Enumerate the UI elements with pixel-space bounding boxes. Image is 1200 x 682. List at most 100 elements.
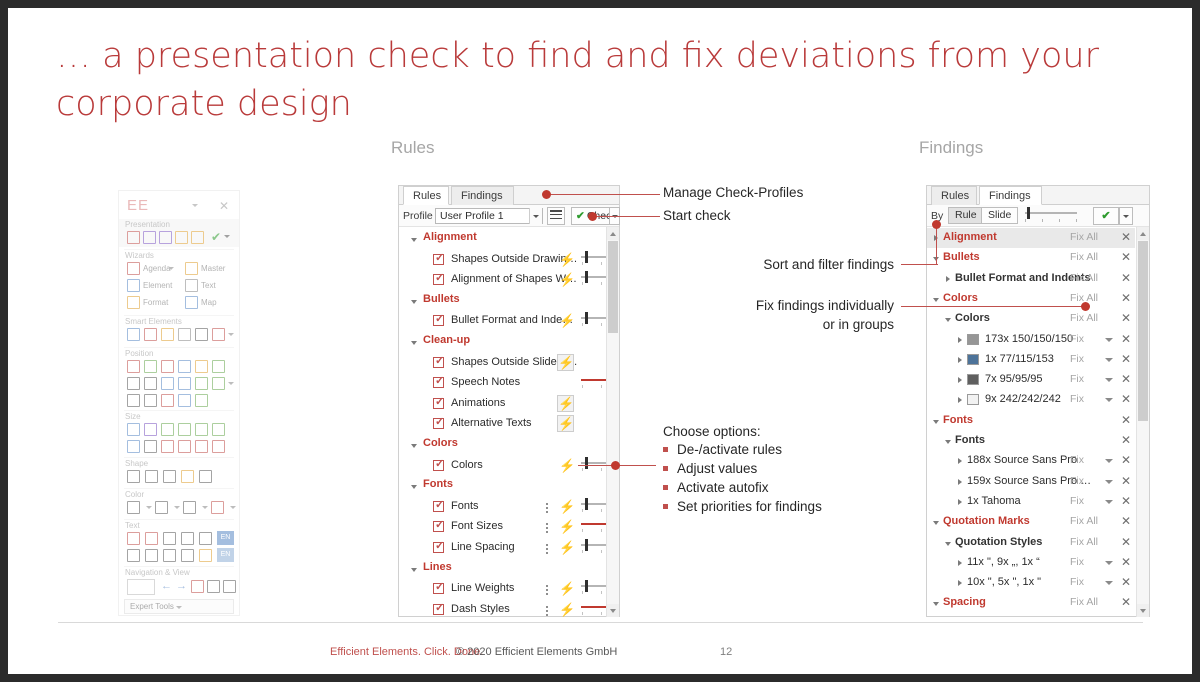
findings-tab-findings[interactable]: Findings — [979, 186, 1042, 205]
chevron-down-icon[interactable] — [176, 606, 182, 609]
rules-item-row[interactable]: Shapes Outside Slide A…⚡ — [399, 353, 605, 373]
chevron-down-icon[interactable] — [202, 506, 208, 509]
triangle-right-icon[interactable] — [958, 559, 962, 566]
findings-tab-rules[interactable]: Rules — [931, 186, 977, 205]
navigation-icon-2[interactable] — [223, 580, 236, 593]
autofix-toggle-button[interactable]: ⚡ — [557, 415, 574, 433]
lightning-bolt-icon[interactable]: ⚡ — [559, 520, 575, 533]
chevron-down-icon[interactable] — [1105, 357, 1113, 362]
rule-checkbox[interactable] — [433, 271, 444, 286]
triangle-down-icon[interactable] — [945, 541, 951, 546]
rules-panel[interactable]: Rules Findings Profile User Profile 1 ✔ Chec… — [398, 185, 620, 617]
findings-fix-action[interactable]: Fix — [1070, 556, 1084, 568]
dismiss-finding-icon[interactable]: ✕ — [1121, 595, 1131, 609]
rules-toolbar[interactable]: Profile User Profile 1 ✔ Check — [399, 205, 620, 227]
profile-select[interactable]: User Profile 1 — [435, 208, 543, 224]
rule-checkbox[interactable] — [433, 312, 444, 327]
rules-tab-rules[interactable]: Rules — [403, 186, 449, 205]
smart-element-icon-0[interactable] — [127, 328, 140, 341]
sort-by-rule-button[interactable]: Rule — [948, 207, 984, 224]
shape-icon-0[interactable] — [127, 470, 140, 483]
size-row1-icon-3[interactable] — [178, 423, 191, 436]
rules-vertical-scrollbar[interactable] — [606, 227, 619, 617]
text-row1-icon-2[interactable] — [163, 532, 176, 545]
chevron-down-icon[interactable] — [228, 333, 234, 336]
position-row3-icon-1[interactable] — [144, 394, 157, 407]
triangle-right-icon[interactable] — [958, 397, 962, 404]
dismiss-finding-icon[interactable]: ✕ — [1121, 535, 1131, 549]
findings-fix-action[interactable]: Fix All — [1070, 312, 1098, 324]
rules-group-row[interactable]: Fonts — [399, 476, 605, 496]
dismiss-finding-icon[interactable]: ✕ — [1121, 352, 1131, 366]
chevron-down-icon[interactable] — [1105, 378, 1113, 383]
findings-row[interactable]: Bracket SpacesFix All✕ — [927, 614, 1135, 617]
text-row1-icon-0[interactable] — [127, 532, 140, 545]
chevron-down-icon[interactable] — [230, 506, 236, 509]
findings-fix-action[interactable]: Fix All — [1070, 596, 1098, 608]
position-row1-icon-4[interactable] — [195, 360, 208, 373]
profile-select-caret[interactable] — [529, 208, 542, 224]
scrollbar-thumb[interactable] — [1138, 241, 1148, 421]
smart-element-icon-4[interactable] — [195, 328, 208, 341]
position-row1-icon-5[interactable] — [212, 360, 225, 373]
dismiss-finding-icon[interactable]: ✕ — [1121, 311, 1131, 325]
size-row1-icon-5[interactable] — [212, 423, 225, 436]
position-row2-icon-3[interactable] — [178, 377, 191, 390]
text-language-button-2[interactable]: EN — [217, 548, 234, 562]
rule-checkbox[interactable] — [433, 395, 444, 409]
rules-item-row[interactable]: Line Weights ⚡ — [399, 579, 619, 599]
lightning-bolt-icon[interactable]: ⚡ — [559, 500, 575, 513]
findings-fix-action[interactable]: Fix — [1070, 333, 1084, 345]
shape-icon-2[interactable] — [163, 470, 176, 483]
rules-list[interactable]: AlignmentShapes Outside Drawin…⚡Alignmen… — [399, 227, 619, 617]
text-row2-icon-1[interactable] — [145, 549, 158, 562]
findings-fix-action[interactable]: Fix — [1070, 373, 1084, 385]
findings-row[interactable]: Fonts ✕ — [927, 411, 1135, 431]
rule-options-menu-icon[interactable] — [546, 585, 549, 597]
text-row2-icon-3[interactable] — [181, 549, 194, 562]
triangle-down-icon[interactable] — [411, 299, 417, 304]
triangle-right-icon[interactable] — [958, 356, 962, 363]
size-row1-icon-1[interactable] — [144, 423, 157, 436]
lightning-bolt-icon[interactable]: ⚡ — [559, 459, 575, 472]
position-row3-icon-3[interactable] — [178, 394, 191, 407]
color-icon-0[interactable] — [127, 501, 140, 514]
position-row3-icon-2[interactable] — [161, 394, 174, 407]
chevron-down-icon[interactable] — [228, 382, 234, 385]
findings-row[interactable]: 10x ", 5x ", 1x " Fix ✕ — [927, 573, 1135, 593]
rule-checkbox[interactable] — [433, 498, 444, 512]
rule-options-menu-icon[interactable] — [546, 502, 549, 515]
findings-row[interactable]: 9x 242/242/242 Fix ✕ — [927, 390, 1135, 410]
triangle-down-icon[interactable] — [945, 318, 951, 323]
chevron-down-icon[interactable] — [1105, 560, 1113, 565]
dismiss-finding-icon[interactable]: ✕ — [1121, 433, 1131, 447]
findings-row[interactable]: Spacing Fix All ✕ — [927, 593, 1135, 613]
findings-row[interactable]: 1x Tahoma Fix ✕ — [927, 492, 1135, 512]
findings-row[interactable]: 173x 150/150/150 Fix ✕ — [927, 330, 1135, 350]
lightning-bolt-icon[interactable]: ⚡ — [559, 582, 575, 595]
triangle-down-icon[interactable] — [411, 341, 417, 345]
text-row2-icon-2[interactable] — [163, 549, 176, 562]
rule-checkbox[interactable] — [433, 415, 444, 430]
position-row1-icon-0[interactable] — [127, 360, 140, 373]
findings-row[interactable]: Quotation Marks Fix All ✕ — [927, 512, 1135, 532]
dismiss-finding-icon[interactable]: ✕ — [1121, 271, 1131, 285]
arrow-right-icon[interactable]: → — [176, 580, 187, 592]
lightning-bolt-icon[interactable]: ⚡ — [559, 541, 575, 554]
text-language-button-1[interactable]: EN — [217, 531, 234, 545]
triangle-right-icon[interactable] — [958, 336, 962, 343]
efficient-elements-ribbon-panel[interactable]: EE ✕ Presentation ✔ Wizards Agenda Master Eleme… — [118, 190, 240, 616]
chevron-down-icon[interactable] — [192, 204, 198, 207]
dismiss-finding-icon[interactable]: ✕ — [1121, 453, 1131, 467]
position-row1-icon-3[interactable] — [178, 360, 191, 373]
size-row2-icon-4[interactable] — [195, 440, 208, 453]
smart-element-icon-2[interactable] — [161, 328, 174, 341]
findings-tabstrip[interactable]: Rules Findings — [927, 186, 1149, 205]
expert-tools-button[interactable]: Expert Tools — [124, 599, 234, 614]
scroll-down-button[interactable] — [1137, 604, 1149, 617]
navigation-icon-0[interactable] — [191, 580, 204, 593]
text-row1-icon-4[interactable] — [199, 532, 212, 545]
chevron-down-icon[interactable] — [224, 235, 230, 238]
presentation-icon-2[interactable] — [159, 231, 172, 244]
wizard-icon-3[interactable] — [185, 279, 198, 292]
